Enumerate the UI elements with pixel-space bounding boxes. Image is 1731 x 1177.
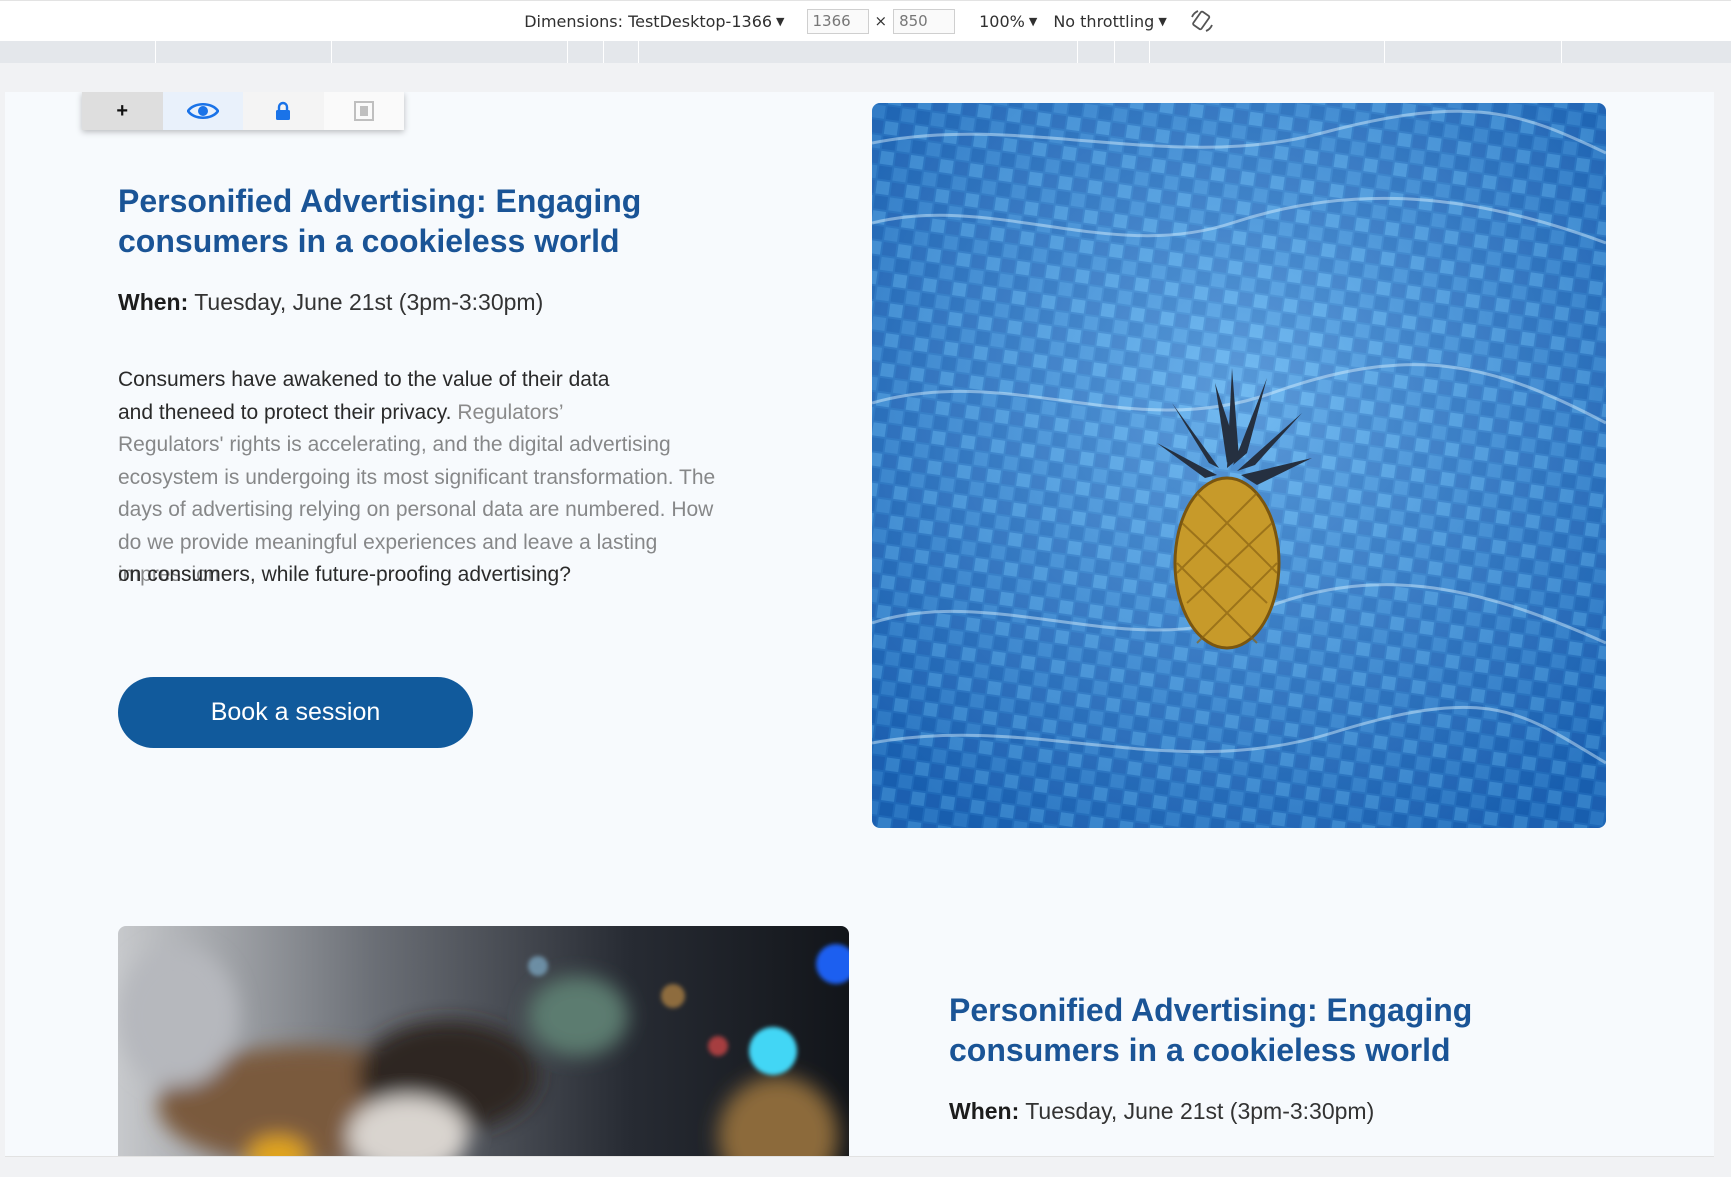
edit-toolbar: + [82,92,404,130]
session-when: When: Tuesday, June 21st (3pm-3:30pm) [949,1096,1374,1126]
ruler-segment[interactable] [1561,41,1562,63]
when-label: When: [118,289,189,315]
preview-button[interactable] [162,92,243,130]
when-label: When: [949,1098,1020,1124]
description-fade-text: Regulators’ [457,400,564,424]
description-overlapping-text: Regulators' rights is accelerating, and … [118,433,716,587]
height-input[interactable] [893,8,956,34]
session-when: When: Tuesday, June 21st (3pm-3:30pm) [118,287,543,317]
session-title: Personified Advertising: Engaging consum… [118,183,642,259]
ruler-segment[interactable] [567,41,568,63]
dimensions-label: Dimensions: TestDesktop-1366 [524,11,773,31]
rotate-icon[interactable] [1189,8,1215,34]
ruler-segment[interactable] [331,41,332,63]
frame-button[interactable] [323,92,404,130]
chevron-down-icon: ▼ [1158,14,1167,28]
plus-icon: + [116,99,129,122]
page-viewport: + Personified Advertising: Engaging cons… [5,92,1714,1157]
pineapple-pool-image [872,103,1606,828]
lock-button[interactable] [243,92,324,130]
description-text: and theneed to protect their privacy. [118,400,452,424]
width-input[interactable] [806,8,869,34]
when-value: Tuesday, June 21st (3pm-3:30pm) [1019,1098,1375,1124]
zoom-label: 100% [979,11,1025,31]
frame-icon [353,101,374,121]
times-separator: × [874,12,888,30]
dimensions-dropdown[interactable]: Dimensions: TestDesktop-1366 ▼ [524,12,784,31]
media-query-ruler [0,41,1731,63]
ruler-segment[interactable] [638,41,639,63]
eye-icon [186,102,219,120]
add-button[interactable]: + [82,92,163,130]
throttling-label: No throttling [1053,11,1155,31]
chevron-down-icon: ▼ [1028,14,1038,28]
ruler-segment[interactable] [1384,41,1385,63]
session-title: Personified Advertising: Engaging consum… [949,992,1473,1068]
chevron-down-icon: ▼ [776,14,785,28]
devtools-device-toolbar: Dimensions: TestDesktop-1366 ▼ × 100% ▼ … [0,0,1731,42]
book-session-button[interactable]: Book a session [118,677,473,748]
zoom-dropdown[interactable]: 100% ▼ [979,12,1037,31]
ruler-segment[interactable] [603,41,604,63]
lock-icon [276,101,291,120]
blurred-bokeh-photo [118,926,849,1156]
description-line: Consumers have awakened to the value of … [118,368,610,391]
ruler-segment[interactable] [155,41,156,63]
ruler-segment[interactable] [1077,41,1078,63]
when-value: Tuesday, June 21st (3pm-3:30pm) [188,289,544,315]
description-line: and theneed to protect their privacy. Re… [118,397,718,430]
throttling-dropdown[interactable]: No throttling ▼ [1053,12,1166,31]
ruler-segment[interactable] [1114,41,1115,63]
ruler-segment[interactable] [1149,41,1150,63]
